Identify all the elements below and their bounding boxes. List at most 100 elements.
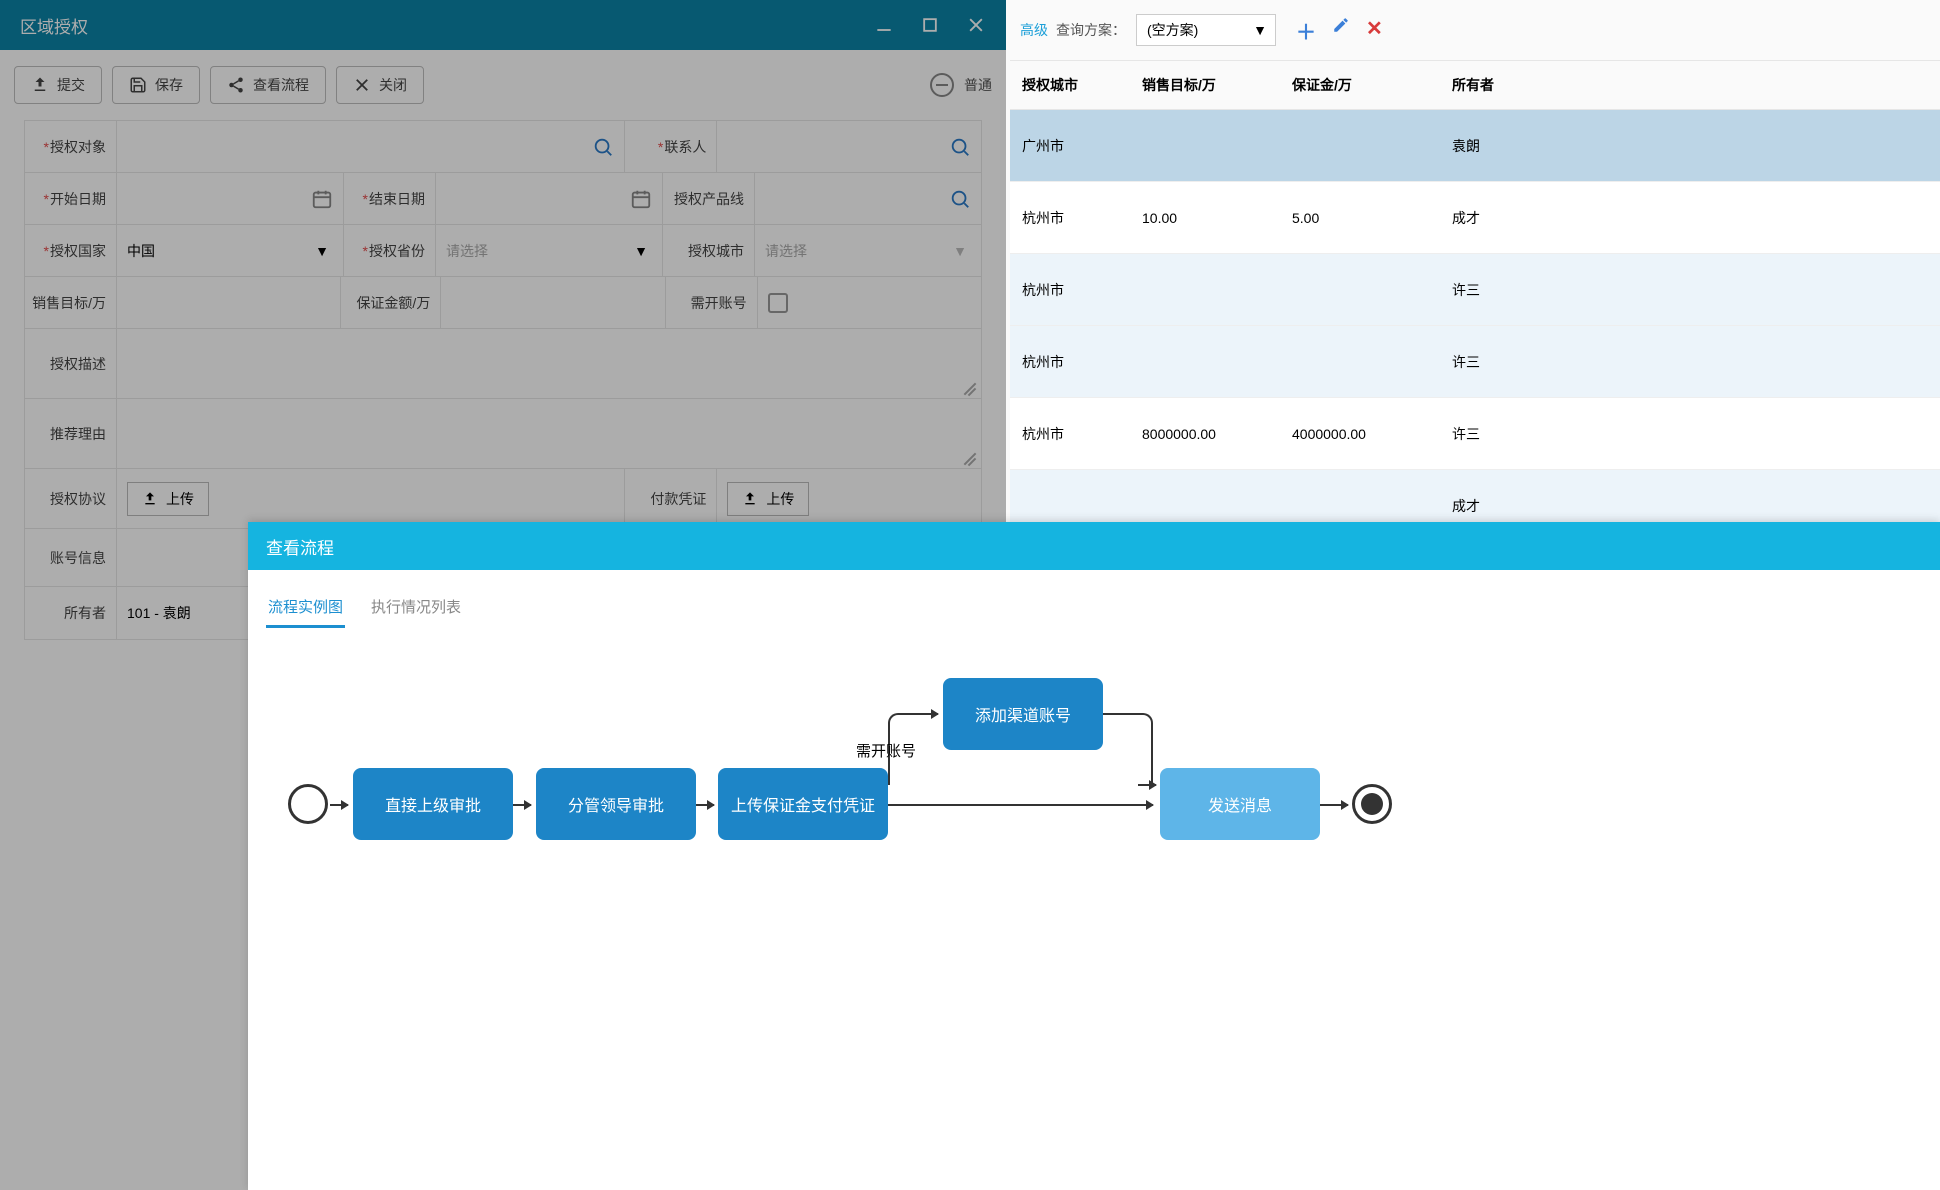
field-desc[interactable] [117, 329, 981, 398]
field-auth-target[interactable] [117, 121, 625, 172]
country-value: 中国 [127, 241, 155, 261]
start-date-input[interactable] [127, 185, 333, 213]
label-product-line: 授权产品线 [663, 173, 755, 224]
field-recommend-reason[interactable] [117, 399, 981, 468]
field-end-date[interactable] [436, 173, 663, 224]
save-icon [129, 76, 147, 94]
end-node-icon [1352, 784, 1392, 824]
save-label: 保存 [155, 75, 183, 95]
cell-city: 杭州市 [1010, 424, 1130, 444]
calendar-icon[interactable] [630, 188, 652, 210]
arrow-icon [513, 804, 531, 806]
view-flow-button[interactable]: 查看流程 [210, 66, 326, 104]
cell-owner: 成才 [1440, 208, 1940, 228]
need-account-checkbox[interactable] [768, 293, 788, 313]
field-country[interactable]: 中国 ▼ [117, 225, 344, 276]
path-icon [1103, 713, 1153, 785]
node-upload-deposit[interactable]: 上传保证金支付凭证 [718, 768, 888, 840]
label-payment-voucher: 付款凭证 [625, 469, 717, 528]
search-icon[interactable] [949, 136, 971, 158]
contact-input[interactable] [727, 133, 971, 161]
label-country: *授权国家 [25, 225, 117, 276]
workflow-canvas: 直接上级审批 分管领导审批 上传保证金支付凭证 需开账号 添加渠道账号 发送消息 [248, 658, 1940, 918]
cell-owner: 许三 [1440, 352, 1940, 372]
cell-city: 杭州市 [1010, 352, 1130, 372]
tab-list[interactable]: 执行情况列表 [369, 588, 463, 628]
cell-target: 8000000.00 [1130, 426, 1280, 442]
node-send-message[interactable]: 发送消息 [1160, 768, 1320, 840]
field-sales-target[interactable] [117, 277, 341, 328]
field-deposit-amount[interactable] [441, 277, 665, 328]
col-deposit: 保证金/万 [1280, 75, 1440, 95]
modal-titlebar: 区域授权 [0, 0, 1006, 50]
col-target: 销售目标/万 [1130, 75, 1280, 95]
auth-target-input[interactable] [127, 133, 614, 161]
product-line-input[interactable] [765, 185, 971, 213]
cell-owner: 许三 [1440, 280, 1940, 300]
minimize-icon[interactable] [874, 15, 894, 35]
label-recommend-reason: 推荐理由 [25, 399, 117, 468]
caret-down-icon: ▼ [953, 243, 967, 259]
node-leader-approval[interactable]: 分管领导审批 [536, 768, 696, 840]
caret-down-icon: ▼ [1253, 22, 1267, 38]
plus-icon[interactable]: ＋ [1296, 16, 1316, 45]
sales-target-input[interactable] [127, 289, 330, 317]
table-row[interactable]: 杭州市 许三 [1010, 326, 1940, 398]
upload-agreement-button[interactable]: 上传 [127, 482, 209, 516]
label-start-date: *开始日期 [25, 173, 117, 224]
table-header: 授权城市 销售目标/万 保证金/万 所有者 [1010, 60, 1940, 110]
node-add-channel-account[interactable]: 添加渠道账号 [943, 678, 1103, 750]
branch-label: 需开账号 [856, 740, 916, 761]
table-row[interactable]: 广州市 袁朗 [1010, 110, 1940, 182]
deposit-amount-input[interactable] [451, 289, 654, 317]
cell-deposit: 5.00 [1280, 210, 1440, 226]
calendar-icon[interactable] [311, 188, 333, 210]
search-icon[interactable] [949, 188, 971, 210]
recommend-reason-input[interactable] [127, 420, 971, 448]
arrow-icon [696, 804, 714, 806]
close-button[interactable]: 关闭 [336, 66, 424, 104]
province-placeholder: 请选择 [446, 241, 488, 261]
end-date-input[interactable] [446, 185, 652, 213]
field-contact[interactable] [717, 121, 981, 172]
upload-icon [31, 76, 49, 94]
close-label: 关闭 [379, 75, 407, 95]
arrow-icon [910, 713, 938, 715]
field-start-date[interactable] [117, 173, 344, 224]
share-icon [227, 76, 245, 94]
col-city: 授权城市 [1010, 75, 1130, 95]
label-agreement: 授权协议 [25, 469, 117, 528]
col-owner: 所有者 [1440, 75, 1940, 95]
arrow-icon [1320, 804, 1348, 806]
pencil-icon[interactable] [1332, 16, 1350, 34]
node-supervisor-approval[interactable]: 直接上级审批 [353, 768, 513, 840]
query-plan-select[interactable]: (空方案) ▼ [1136, 14, 1276, 46]
close-icon[interactable] [966, 15, 986, 35]
table-row[interactable]: 杭州市 许三 [1010, 254, 1940, 326]
desc-input[interactable] [127, 350, 971, 378]
tab-diagram[interactable]: 流程实例图 [266, 588, 345, 628]
resize-handle-icon[interactable] [959, 378, 975, 394]
upload-icon [142, 491, 158, 507]
advanced-link[interactable]: 高级 [1020, 20, 1048, 40]
field-city[interactable]: 请选择 ▼ [755, 225, 981, 276]
maximize-icon[interactable] [920, 15, 940, 35]
label-owner: 所有者 [25, 587, 117, 639]
field-need-account[interactable] [758, 277, 981, 328]
resize-handle-icon[interactable] [959, 448, 975, 464]
caret-down-icon: ▼ [634, 243, 648, 259]
upload-label: 上传 [766, 489, 794, 509]
upload-voucher-button[interactable]: 上传 [727, 482, 809, 516]
cell-deposit: 4000000.00 [1280, 426, 1440, 442]
save-button[interactable]: 保存 [112, 66, 200, 104]
cell-owner: 袁朗 [1440, 136, 1940, 156]
delete-icon[interactable]: ✕ [1366, 16, 1383, 45]
submit-button[interactable]: 提交 [14, 66, 102, 104]
table-row[interactable]: 杭州市 8000000.00 4000000.00 许三 [1010, 398, 1940, 470]
field-product-line[interactable] [755, 173, 981, 224]
caret-down-icon: ▼ [315, 243, 329, 259]
upload-label: 上传 [166, 489, 194, 509]
field-province[interactable]: 请选择 ▼ [436, 225, 663, 276]
table-row[interactable]: 杭州市 10.00 5.00 成才 [1010, 182, 1940, 254]
search-icon[interactable] [592, 136, 614, 158]
